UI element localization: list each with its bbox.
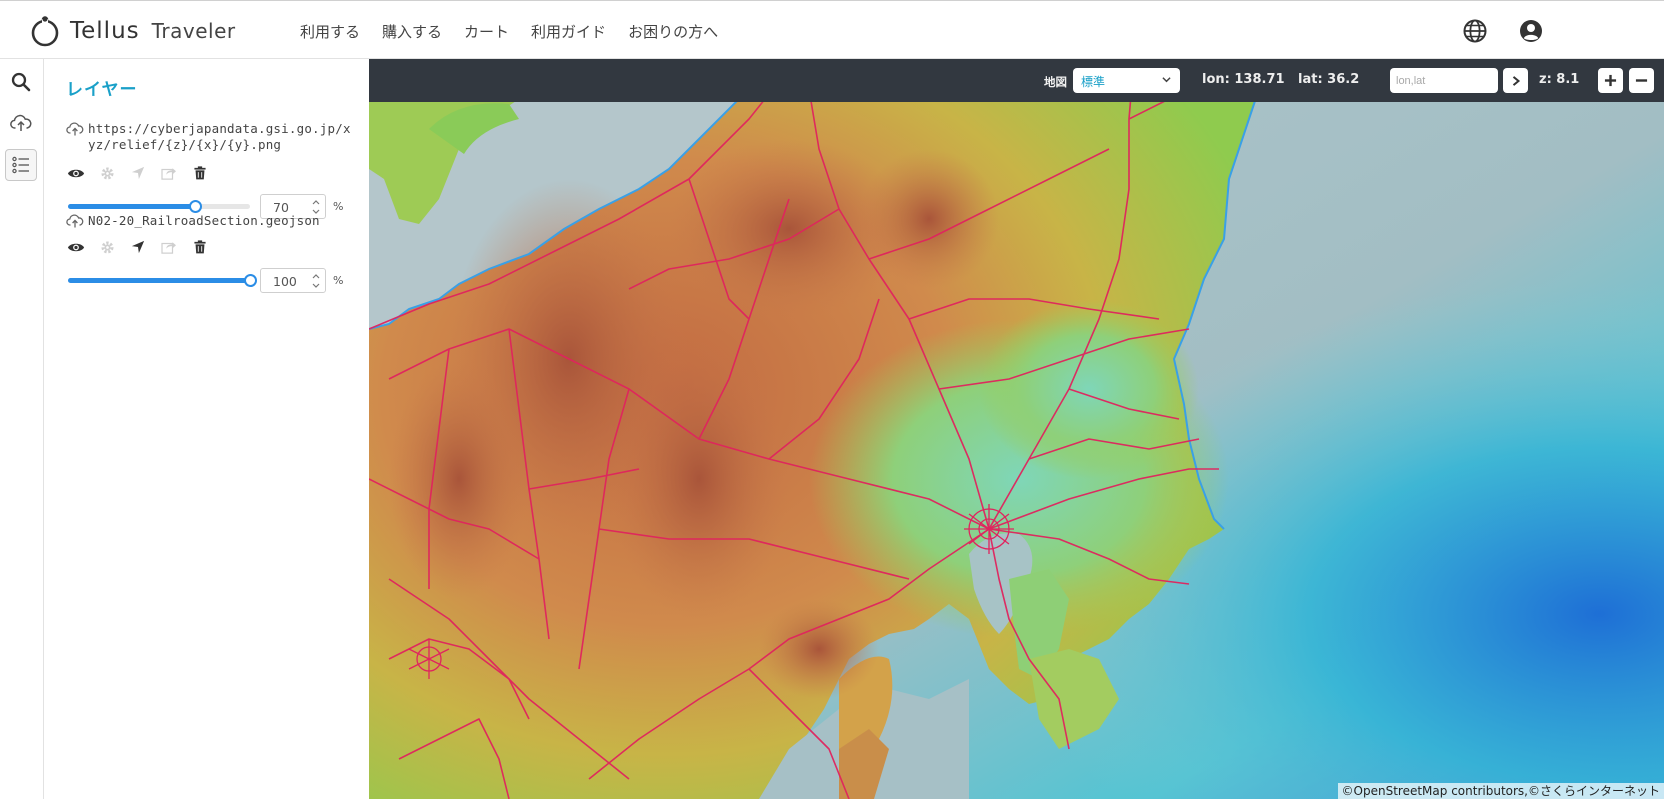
rail-layers-button[interactable]	[5, 149, 37, 181]
slider-fill	[68, 278, 250, 283]
layer-tools	[66, 163, 356, 183]
opacity-slider[interactable]	[68, 267, 257, 293]
share-icon[interactable]	[159, 163, 179, 183]
opacity-input[interactable]: 100	[260, 267, 326, 293]
plus-icon	[1604, 74, 1617, 87]
rail-upload-button[interactable]	[5, 107, 37, 139]
opacity-value: 100	[273, 273, 297, 289]
trash-icon[interactable]	[190, 237, 210, 257]
locate-arrow-icon[interactable]	[128, 163, 148, 183]
nav-use[interactable]: 利用する	[300, 21, 360, 42]
minus-icon	[1635, 79, 1648, 82]
eye-icon[interactable]	[66, 237, 86, 257]
longitude-readout: lon: 138.71	[1202, 72, 1285, 87]
main-nav: 利用する 購入する カート 利用ガイド お困りの方へ	[300, 21, 740, 42]
left-icon-rail	[0, 59, 44, 799]
slider-fill	[68, 204, 195, 209]
opacity-unit: %	[333, 273, 344, 287]
go-to-coordinate-button[interactable]	[1503, 68, 1528, 93]
map-attribution: ©OpenStreetMap contributors,©さくらインターネット	[1337, 783, 1664, 799]
cloud-upload-icon	[66, 214, 84, 228]
top-header: Tellus Traveler 利用する 購入する カート 利用ガイド お困りの…	[0, 0, 1664, 59]
latitude-readout: lat: 36.2	[1298, 72, 1360, 87]
globe-icon[interactable]	[1462, 18, 1488, 44]
gear-icon[interactable]	[97, 237, 117, 257]
layer-name: https://cyberjapandata.gsi.go.jp/xyz/rel…	[88, 121, 351, 152]
map-type-select[interactable]: 標準	[1073, 68, 1180, 93]
logo-subtitle: Traveler	[151, 19, 236, 43]
logo-name: Tellus	[70, 18, 140, 44]
coordinate-input[interactable]	[1390, 68, 1498, 93]
nav-help[interactable]: お困りの方へ	[628, 21, 718, 42]
map-toolbar: 地図 標準 lon: 138.71 lat: 36.2 z: 8.1	[369, 59, 1664, 102]
tellus-logo-icon	[31, 16, 59, 47]
zoom-out-button[interactable]	[1629, 68, 1654, 93]
relief-map-image	[369, 59, 1664, 799]
zoom-in-button[interactable]	[1598, 68, 1623, 93]
layer-name-row: https://cyberjapandata.gsi.go.jp/xyz/rel…	[66, 121, 356, 153]
map-type-value: 標準	[1081, 75, 1106, 89]
locate-arrow-icon[interactable]	[128, 237, 148, 257]
cloud-upload-icon	[66, 122, 84, 136]
panel-title: レイヤー	[66, 80, 138, 100]
trash-icon[interactable]	[190, 163, 210, 183]
spinner-arrows-icon[interactable]	[311, 271, 321, 291]
layer-item: N02-20_RailroadSection.geojson 100 %	[66, 213, 356, 293]
eye-icon[interactable]	[66, 163, 86, 183]
map-type-label: 地図	[1044, 75, 1067, 89]
tellus-logo[interactable]: Tellus Traveler	[28, 13, 236, 49]
slider-thumb[interactable]	[189, 200, 202, 213]
layer-list-icon	[12, 156, 29, 174]
gear-icon[interactable]	[97, 163, 117, 183]
rail-search-button[interactable]	[5, 66, 37, 98]
opacity-row: 100 %	[66, 267, 356, 293]
chevron-right-icon	[1512, 75, 1520, 86]
cloud-upload-icon	[10, 114, 32, 131]
nav-guide[interactable]: 利用ガイド	[531, 21, 606, 42]
layer-name-row: N02-20_RailroadSection.geojson	[66, 213, 356, 229]
zoom-readout: z: 8.1	[1539, 72, 1580, 87]
search-icon	[11, 72, 31, 92]
layer-panel: レイヤー https://cyberjapandata.gsi.go.jp/xy…	[44, 59, 369, 799]
opacity-unit: %	[333, 199, 344, 213]
chevron-down-icon	[1162, 77, 1171, 83]
user-circle-icon[interactable]	[1518, 18, 1544, 44]
slider-thumb[interactable]	[244, 274, 257, 287]
nav-purchase[interactable]: 購入する	[382, 21, 442, 42]
layer-name: N02-20_RailroadSection.geojson	[88, 213, 320, 228]
share-icon[interactable]	[159, 237, 179, 257]
map-canvas[interactable]: ©OpenStreetMap contributors,©さくらインターネット	[369, 59, 1664, 799]
nav-cart[interactable]: カート	[464, 21, 509, 42]
layer-item: https://cyberjapandata.gsi.go.jp/xyz/rel…	[66, 121, 356, 219]
layer-tools	[66, 237, 356, 257]
